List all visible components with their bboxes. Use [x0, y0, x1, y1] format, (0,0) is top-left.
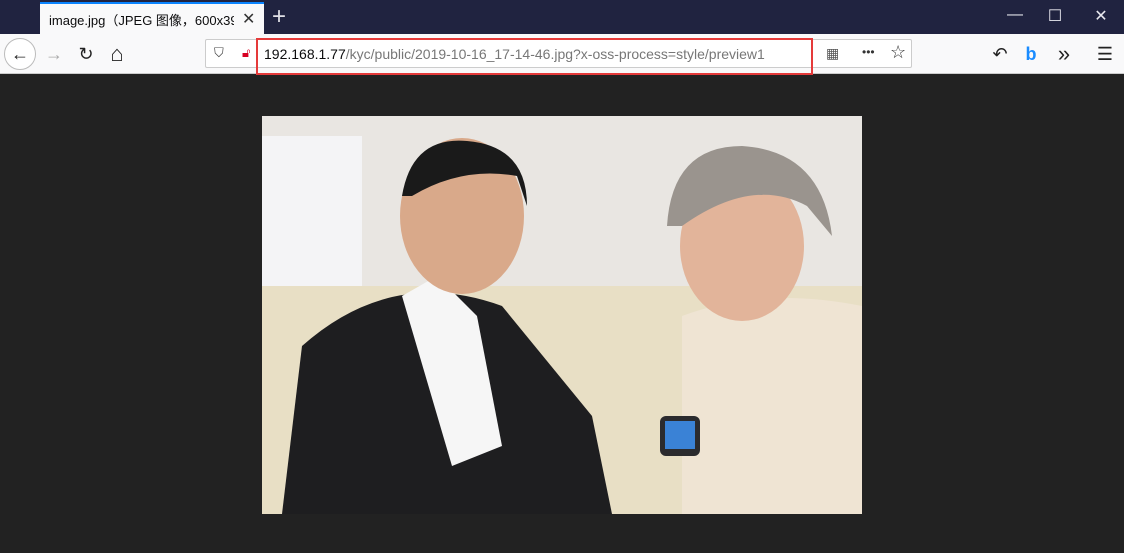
undo-icon[interactable]: ↶ — [986, 40, 1014, 68]
overflow-button[interactable]: » — [1050, 40, 1078, 68]
menu-button[interactable]: ☰ — [1091, 40, 1119, 68]
minimize-button[interactable]: — — [1000, 6, 1030, 24]
back-button[interactable]: ← — [4, 38, 36, 70]
forward-button[interactable]: → — [40, 40, 68, 68]
maximize-button[interactable]: ☐ — [1040, 6, 1070, 26]
bookmark-star-icon[interactable]: ☆ — [890, 42, 906, 63]
new-tab-button[interactable]: + — [272, 3, 286, 31]
bing-icon[interactable]: b — [1017, 40, 1045, 68]
photo-placeholder — [262, 116, 862, 514]
close-window-button[interactable]: ✕ — [1086, 6, 1116, 26]
displayed-image — [262, 116, 862, 514]
home-button[interactable]: ⌂ — [103, 40, 131, 68]
close-tab-icon[interactable]: ✕ — [242, 9, 255, 29]
shield-icon[interactable]: ⛉ — [214, 45, 224, 61]
tab-bar: image.jpg（JPEG 图像，600x398 像素） ✕ + — ☐ ✕ — [0, 0, 1124, 34]
tab-title: image.jpg（JPEG 图像，600x398 像素） — [49, 12, 234, 28]
url-highlight-box — [256, 38, 813, 75]
page-actions-button[interactable]: ••• — [862, 45, 875, 59]
qr-code-icon[interactable]: ▦ — [826, 45, 839, 62]
tab-image[interactable]: image.jpg（JPEG 图像，600x398 像素） ✕ — [40, 2, 264, 34]
reload-button[interactable]: ↻ — [72, 40, 100, 68]
insecure-lock-icon[interactable]: 🔓︎ — [242, 45, 250, 61]
